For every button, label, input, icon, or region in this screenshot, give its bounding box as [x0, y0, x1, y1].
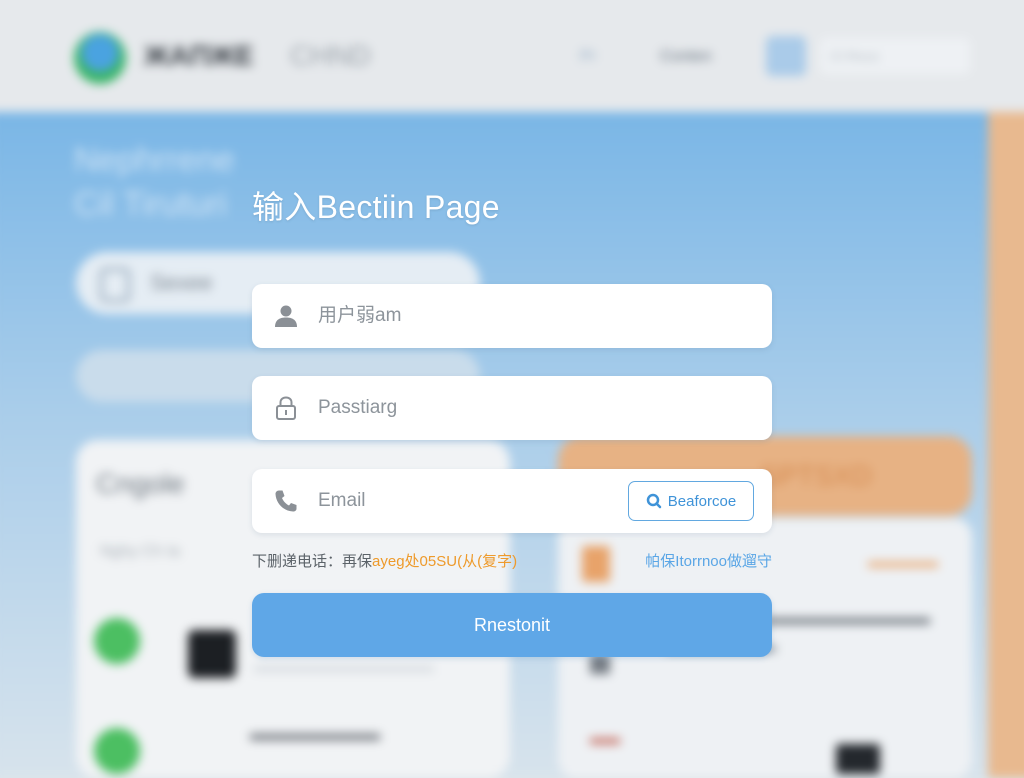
background-phone-icon-2	[94, 728, 140, 774]
send-code-label: Beaforcoe	[667, 492, 737, 510]
background-brand-name: ЖAΠЖЕ	[144, 40, 254, 71]
password-input[interactable]	[318, 376, 618, 440]
send-code-button[interactable]: Beaforcoe	[628, 481, 754, 521]
background-hero-title-line1: Nephrrene	[74, 141, 235, 179]
phone-icon	[272, 487, 300, 515]
background-text-line	[254, 666, 434, 672]
background-red-line	[590, 738, 620, 744]
password-field[interactable]	[252, 376, 772, 440]
background-orange-card-label: SPTSXD	[760, 460, 873, 491]
background-nav-link: Pr	[580, 48, 596, 65]
background-accent-line	[868, 562, 938, 567]
background-side-strip	[988, 112, 1024, 778]
background-hero-title: Nephrrene Cil Tiruturi	[74, 138, 235, 226]
hint-row: 下删递电话：再保ayeg处05SU(从(复字) 帕保Itorrnoo做遛守	[252, 550, 772, 572]
username-field[interactable]	[252, 284, 772, 348]
background-phone-icon	[94, 618, 140, 664]
user-icon	[272, 302, 300, 330]
background-hero-title-line2: Cil Tiruturi	[74, 185, 228, 223]
background-search-box: Cl Rxco	[820, 38, 970, 74]
submit-button[interactable]: Rnestonit	[252, 593, 772, 657]
email-input[interactable]	[318, 469, 618, 533]
hint-highlight: ayeg处05SU(从(复字)	[372, 553, 518, 570]
background-small-icon	[590, 654, 610, 674]
background-logo-icon	[74, 32, 126, 84]
help-link[interactable]: 帕保Itorrnoo做遛守	[645, 550, 772, 571]
background-card-left-title: Cngole	[96, 468, 185, 499]
hint-mid: 再保	[342, 553, 373, 570]
search-icon	[646, 493, 662, 509]
background-brand-suffix: CHND	[290, 40, 371, 71]
username-input[interactable]	[318, 284, 618, 348]
background-thumbnail-2	[836, 744, 880, 774]
email-field[interactable]: Beaforcoe	[252, 469, 772, 533]
background-pill-label: Sexee	[150, 270, 213, 295]
lock-icon	[272, 394, 300, 422]
background-menu-icon	[766, 36, 806, 76]
background-text-line-2	[250, 734, 380, 740]
background-pill-icon	[100, 268, 130, 302]
background-nav-link-2: Conten	[660, 48, 712, 65]
hint-prefix: 下删递电话：	[252, 553, 343, 570]
login-title: 输入Bectiin Page	[252, 189, 500, 225]
background-thumbnail	[188, 630, 236, 678]
background-card-left-subtitle: Nghy Ch Ia	[100, 543, 181, 560]
hint-text: 下删递电话：再保ayeg处05SU(从(复字)	[252, 550, 517, 571]
